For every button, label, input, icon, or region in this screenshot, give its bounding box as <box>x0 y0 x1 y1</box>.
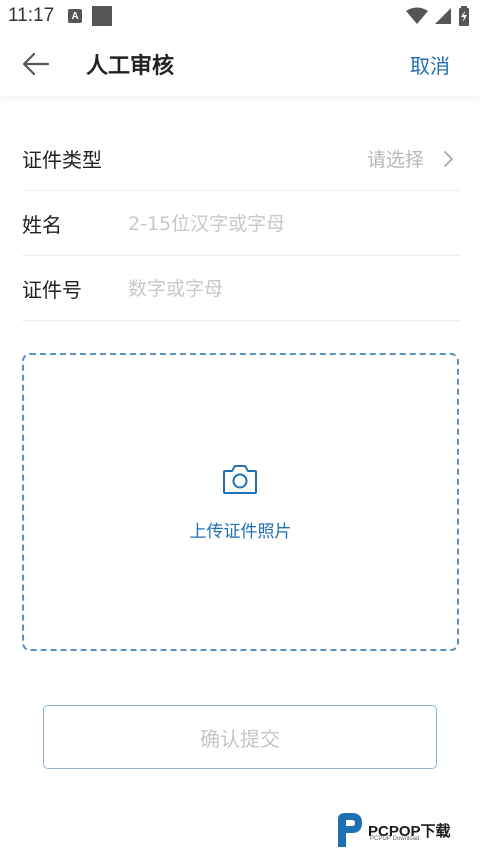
pcpop-watermark: PCPOP下载 PCPOP Download <box>334 808 480 852</box>
pcpop-logo-icon <box>338 813 362 847</box>
battery-icon <box>459 6 469 26</box>
status-time: 11:17 <box>8 5 55 26</box>
status-icons <box>406 6 470 26</box>
app-bar: 人工审核 取消 <box>0 32 480 96</box>
back-arrow-icon[interactable] <box>20 50 52 78</box>
name-label: 姓名 <box>22 213 62 237</box>
id-number-label: 证件号 <box>22 278 82 302</box>
name-input[interactable] <box>128 203 460 244</box>
name-row: 姓名 <box>22 192 460 256</box>
watermark-sub: PCPOP Download <box>370 836 420 842</box>
id-number-row: 证件号 <box>22 257 460 321</box>
id-type-label: 证件类型 <box>22 148 102 172</box>
notification-a-icon: A <box>68 9 83 23</box>
status-bar: 11:17 A <box>0 0 480 32</box>
page-title: 人工审核 <box>86 54 175 79</box>
id-type-row[interactable]: 证件类型 请选择 <box>22 127 460 191</box>
wifi-icon <box>406 7 428 24</box>
confirm-submit-button[interactable]: 确认提交 <box>43 705 437 769</box>
chevron-right-icon <box>444 151 453 167</box>
id-number-input[interactable] <box>128 268 460 309</box>
notification-square-icon <box>92 6 113 26</box>
upload-photo-label: 上传证件照片 <box>189 522 292 542</box>
camera-icon <box>223 465 257 494</box>
id-type-select-value[interactable]: 请选择 <box>367 145 424 172</box>
cancel-button[interactable]: 取消 <box>410 50 450 79</box>
upload-photo-area[interactable]: 上传证件照片 <box>22 353 459 651</box>
signal-icon <box>435 8 451 24</box>
